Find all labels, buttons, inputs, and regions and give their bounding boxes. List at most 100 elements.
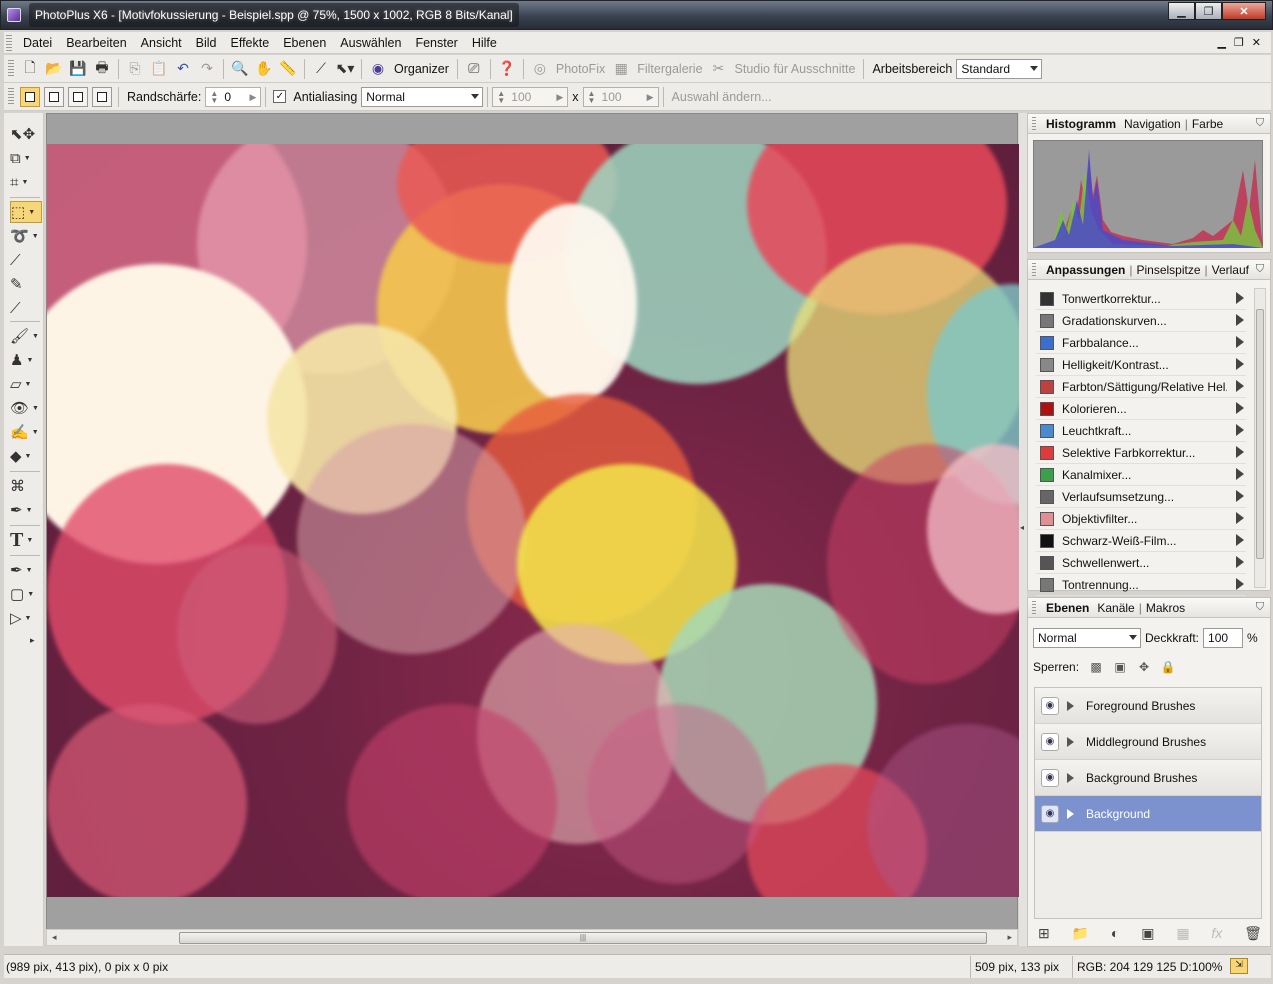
apply-arrow-icon[interactable] bbox=[1236, 556, 1244, 568]
help-icon[interactable]: ❓ bbox=[496, 58, 518, 80]
apply-arrow-icon[interactable] bbox=[1236, 402, 1244, 414]
fx-icon[interactable]: fx bbox=[1211, 925, 1222, 942]
eye-icon[interactable]: ◉ bbox=[1041, 768, 1059, 787]
grip-icon[interactable] bbox=[8, 59, 14, 78]
slider-arrow-icon[interactable]: ▶ bbox=[249, 92, 256, 103]
tab-ebenen[interactable]: Ebenen bbox=[1042, 601, 1093, 615]
adjustment-layer-icon[interactable]: ◐ bbox=[1111, 925, 1119, 942]
apply-arrow-icon[interactable] bbox=[1236, 578, 1244, 590]
width-input[interactable]: ▲ ▼ 100 ▶ bbox=[492, 86, 569, 107]
adjustment-item[interactable]: Schwellenwert... bbox=[1036, 552, 1246, 574]
spin-icon[interactable]: ▲ ▼ bbox=[588, 89, 596, 104]
grip-icon[interactable] bbox=[6, 34, 12, 51]
print-icon[interactable]: 🖶 bbox=[91, 58, 113, 80]
adjustment-item[interactable]: Farbton/Sättigung/Relative Hel... bbox=[1036, 376, 1246, 398]
rect-select-tool-icon[interactable]: ⬚ ▼ bbox=[10, 201, 42, 223]
straighten-icon[interactable]: ⟋ bbox=[310, 58, 332, 80]
menu-bild[interactable]: Bild bbox=[189, 36, 224, 50]
select-pointer-icon[interactable]: ⬉▾ bbox=[334, 58, 356, 80]
adjustment-item[interactable]: Kanalmixer... bbox=[1036, 464, 1246, 486]
organizer-icon[interactable]: ◉ bbox=[367, 58, 389, 80]
spin-icon[interactable]: ▲ ▼ bbox=[210, 89, 218, 104]
tab-pinselspitze[interactable]: Pinselspitze bbox=[1132, 263, 1204, 277]
filtergalerie-button[interactable]: Filtergalerie bbox=[633, 62, 706, 76]
height-input[interactable]: ▲ ▼ 100 ▶ bbox=[582, 86, 659, 107]
workspace-select[interactable]: Standard bbox=[956, 58, 1043, 79]
adjustment-item[interactable]: Tonwertkorrektur... bbox=[1036, 288, 1246, 310]
close-button[interactable]: ✕ bbox=[1222, 2, 1266, 20]
adjustment-item[interactable]: Tontrennung... bbox=[1036, 574, 1246, 596]
subtract-selection-button[interactable] bbox=[68, 86, 88, 107]
grip-icon[interactable] bbox=[1032, 600, 1036, 615]
lock-all-icon[interactable]: 🔒 bbox=[1161, 660, 1176, 674]
apply-arrow-icon[interactable] bbox=[1236, 424, 1244, 436]
panel-menu-icon[interactable]: ⛉ bbox=[1256, 117, 1264, 130]
magic-wand-tool-icon[interactable]: ⟋ bbox=[10, 249, 42, 271]
pen-tool-icon[interactable]: ✒ ▼ bbox=[10, 559, 42, 581]
menu-bearbeiten[interactable]: Bearbeiten bbox=[59, 36, 133, 50]
scroll-left-icon[interactable]: ◂ bbox=[52, 932, 57, 943]
menu-auswaehlen[interactable]: Auswählen bbox=[333, 36, 408, 50]
grip-icon[interactable] bbox=[1032, 262, 1036, 277]
doc-restore-icon[interactable]: ❐ bbox=[1234, 36, 1244, 49]
doc-close-icon[interactable]: ✕ bbox=[1252, 36, 1261, 49]
apply-arrow-icon[interactable] bbox=[1236, 358, 1244, 370]
layer-row[interactable]: ◉ Middleground Brushes bbox=[1035, 724, 1261, 760]
app-icon[interactable] bbox=[7, 8, 21, 22]
cutout-studio-icon[interactable]: ✂ bbox=[708, 58, 730, 80]
deform-tool-icon[interactable]: ⧉ ▼ bbox=[10, 147, 42, 169]
photofix-button[interactable]: PhotoFix bbox=[552, 62, 609, 76]
layer-row[interactable]: ◉ Background Brushes bbox=[1035, 760, 1261, 796]
adjustment-item[interactable]: Farbbalance... bbox=[1036, 332, 1246, 354]
tab-kanaele[interactable]: Kanäle bbox=[1093, 601, 1138, 615]
tab-anpassungen[interactable]: Anpassungen bbox=[1042, 263, 1129, 277]
lock-transparency-icon[interactable]: ▩ bbox=[1089, 660, 1103, 674]
modify-selection-button[interactable]: Auswahl ändern... bbox=[668, 90, 776, 104]
tab-histogramm[interactable]: Histogramm bbox=[1042, 117, 1120, 131]
tab-makros[interactable]: Makros bbox=[1142, 601, 1189, 615]
new-layer-icon[interactable]: ⊞ bbox=[1038, 925, 1050, 942]
lasso-tool-icon[interactable]: ➰ ▼ bbox=[10, 225, 42, 247]
menu-hilfe[interactable]: Hilfe bbox=[465, 36, 504, 50]
scroll-right-icon[interactable]: ▸ bbox=[1007, 932, 1012, 943]
selection-brush-tool-icon[interactable]: ✎ bbox=[10, 273, 42, 295]
intersect-selection-button[interactable] bbox=[92, 86, 112, 107]
tab-farbe[interactable]: Farbe bbox=[1188, 117, 1227, 131]
apply-arrow-icon[interactable] bbox=[1236, 534, 1244, 546]
scrollbar-thumb[interactable]: ||| bbox=[179, 932, 987, 944]
eye-icon[interactable]: ◉ bbox=[1041, 804, 1059, 823]
apply-arrow-icon[interactable] bbox=[1236, 314, 1244, 326]
stamp-icon[interactable]: ⎚ bbox=[463, 58, 485, 80]
delete-layer-icon[interactable]: 🗑 bbox=[1244, 925, 1262, 942]
resize-grip-icon[interactable]: ⇲ bbox=[1230, 958, 1248, 974]
warp-tool-icon[interactable]: ✒ ▼ bbox=[10, 499, 42, 521]
feather-input[interactable]: ▲ ▼ 0 ▶ bbox=[205, 86, 262, 107]
horizontal-scrollbar[interactable]: ◂ ||| ▸ bbox=[46, 929, 1018, 946]
eyedropper-tool-icon[interactable]: ⟋ bbox=[10, 297, 42, 319]
add-mask-icon[interactable]: ▣ bbox=[1141, 925, 1154, 942]
panel-menu-icon[interactable]: ⛉ bbox=[1256, 601, 1264, 614]
apply-arrow-icon[interactable] bbox=[1236, 292, 1244, 304]
adjustment-item[interactable]: Schwarz-Weiß-Film... bbox=[1036, 530, 1246, 552]
collapse-arrow-icon[interactable]: ◂ bbox=[1020, 523, 1024, 532]
eye-icon[interactable]: ◉ bbox=[1041, 732, 1059, 751]
lock-pixels-icon[interactable]: ▣ bbox=[1113, 660, 1127, 674]
ruler-icon[interactable]: 📏 bbox=[277, 58, 299, 80]
lock-position-icon[interactable]: ✥ bbox=[1137, 660, 1151, 674]
organizer-button[interactable]: Organizer bbox=[390, 62, 453, 76]
grip-icon[interactable] bbox=[1032, 116, 1036, 131]
antialiasing-checkbox[interactable]: ✓ bbox=[273, 90, 287, 103]
smudge-tool-icon[interactable]: ✍ ▼ bbox=[10, 421, 42, 443]
expand-arrow-icon[interactable] bbox=[1067, 736, 1074, 747]
add-selection-button[interactable] bbox=[44, 86, 64, 107]
filter-gallery-icon[interactable]: ▦ bbox=[610, 58, 632, 80]
adjustment-item[interactable]: Verlaufsumsetzung... bbox=[1036, 486, 1246, 508]
hand-icon[interactable]: ✋ bbox=[253, 58, 275, 80]
menu-ebenen[interactable]: Ebenen bbox=[276, 36, 333, 50]
paste-icon[interactable]: 📋 bbox=[148, 58, 170, 80]
copy-icon[interactable]: ⎘ bbox=[124, 58, 146, 80]
mesh-warp-tool-icon[interactable]: ⌘ bbox=[10, 475, 42, 497]
apply-arrow-icon[interactable] bbox=[1236, 380, 1244, 392]
adjustment-item[interactable]: Helligkeit/Kontrast... bbox=[1036, 354, 1246, 376]
shape-tool-icon[interactable]: ▢ ▼ bbox=[10, 583, 42, 605]
